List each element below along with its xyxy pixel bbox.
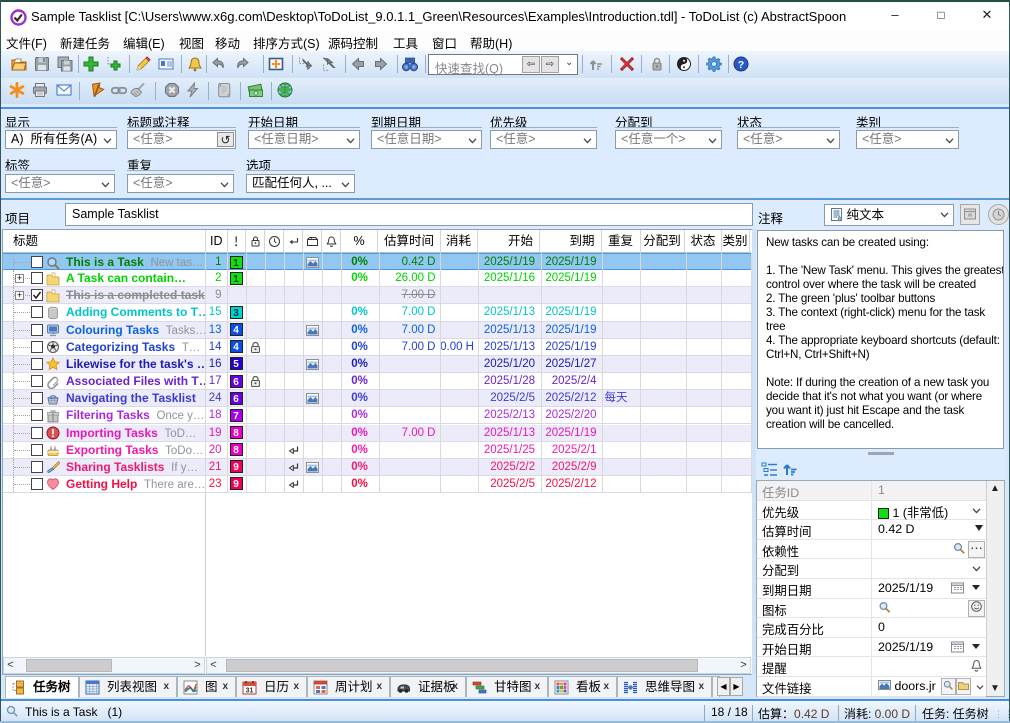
svg-text:31: 31 (246, 688, 254, 695)
svg-text:?: ? (738, 59, 744, 71)
